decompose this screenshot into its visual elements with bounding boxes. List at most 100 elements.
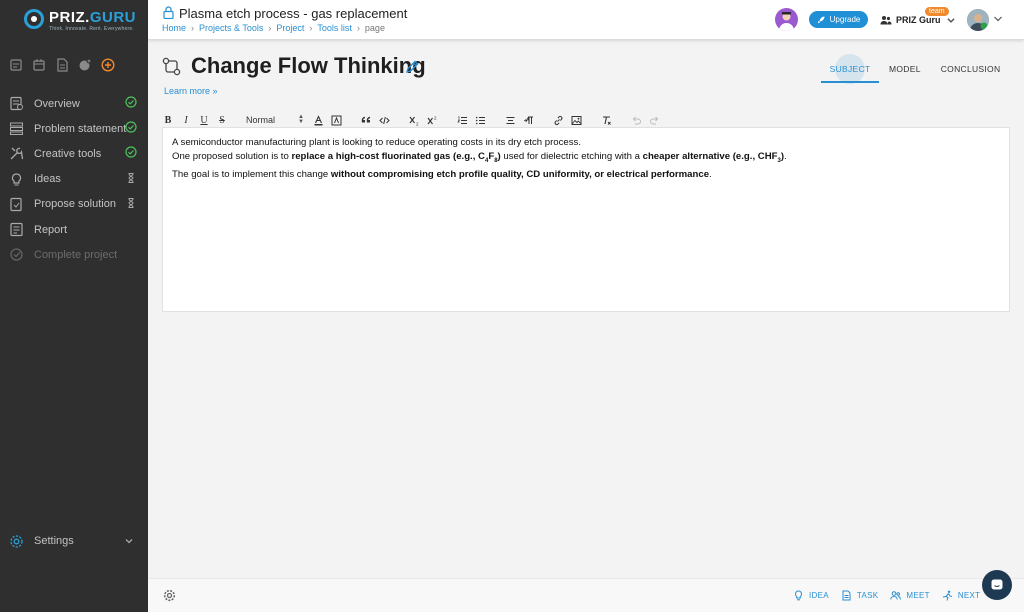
breadcrumb-projects-tools[interactable]: Projects & Tools [199,23,263,33]
team-badge: team [925,7,949,16]
underline-button[interactable]: U [198,112,210,128]
calendar-grid-icon[interactable] [32,58,46,72]
avatar-photo-icon [967,9,989,31]
upgrade-label: Upgrade [829,15,861,24]
tools-icon [10,148,24,160]
breadcrumb-project[interactable]: Project [276,23,304,33]
highlight-button[interactable] [330,112,342,128]
priz-logo[interactable]: PRIZ.GURU Think. Innovate. Rent. Everywh… [24,9,136,33]
editor-text: . [784,151,787,162]
link-button[interactable] [552,112,564,128]
tab-subject[interactable]: SUBJECT [821,54,879,84]
breadcrumb-home[interactable]: Home [162,23,186,33]
bullet-list-button[interactable] [474,112,486,128]
pencil-icon[interactable] [405,60,419,74]
users-icon [880,16,892,25]
list-icon [10,122,23,136]
task-button[interactable]: TASK [841,590,879,601]
editor-line: The goal is to implement this change wit… [172,168,1000,182]
sidebar-item-creative-tools[interactable]: Creative tools [0,141,148,166]
learn-more-link[interactable]: Learn more » [164,86,218,96]
team-name: PRIZ Guru [896,15,941,25]
lock-icon [163,6,174,19]
breadcrumb-separator: › [356,23,360,33]
chat-icon [991,579,1003,590]
propose-icon [10,197,22,211]
assistant-avatar[interactable] [775,8,798,31]
editor-text: One proposed solution is to [172,151,292,162]
editor-bold-text: without compromising etch profile qualit… [330,168,710,180]
idea-button[interactable]: IDEA [793,590,829,601]
clear-format-button[interactable] [600,112,612,128]
quote-icon [361,116,370,122]
tab-label: SUBJECT [829,64,871,74]
chevron-down-icon[interactable] [993,15,1003,23]
logo-mark-icon [24,9,44,29]
hourglass-icon [128,197,134,208]
tab-conclusion[interactable]: CONCLUSION [931,57,1011,83]
sidebar: PRIZ.GURU Think. Innovate. Rent. Everywh… [0,0,148,612]
lightbulb-icon [11,173,22,186]
align-button[interactable] [504,112,516,128]
upgrade-button[interactable]: Upgrade [809,11,868,28]
superscript-button[interactable]: 2 [426,112,438,128]
main-content: Change Flow Thinking Learn more » SUBJEC… [148,40,1024,578]
sidebar-item-label: Overview [34,97,80,110]
tab-model[interactable]: MODEL [879,57,931,83]
add-circle-icon[interactable] [101,58,115,72]
check-circle-icon [125,121,137,133]
sidebar-item-overview[interactable]: Overview [0,91,148,116]
ordered-list-button[interactable] [456,112,468,128]
sidebar-item-label: Problem statement [34,122,127,135]
undo-button[interactable] [630,112,642,128]
globe-add-icon[interactable] [78,58,92,72]
breadcrumb: Home › Projects & Tools › Project › Tools l… [162,23,385,33]
clear-format-icon [602,115,611,125]
italic-button[interactable]: I [180,112,192,128]
document-icon[interactable] [55,58,69,72]
subscript-button[interactable]: 2 [408,112,420,128]
text-size-value: Normal [246,115,276,125]
chat-launcher-button[interactable] [982,570,1012,600]
code-button[interactable] [378,112,390,128]
complete-icon [10,248,23,261]
gear-icon[interactable] [163,589,176,602]
sidebar-item-label: Complete project [34,248,118,261]
check-circle-icon [125,96,137,108]
section-tabs: SUBJECT MODEL CONCLUSION [821,54,1011,84]
redo-button[interactable] [648,112,660,128]
image-button[interactable] [570,112,582,128]
subscript-icon: 2 [409,116,419,126]
code-icon [378,116,390,124]
breadcrumb-tools-list[interactable]: Tools list [317,23,352,33]
user-avatar[interactable] [967,9,989,31]
sidebar-item-label: Ideas [34,173,61,186]
meet-label: MEET [906,591,930,600]
next-button[interactable]: NEXT [942,590,981,601]
meet-button[interactable]: MEET [890,590,930,601]
top-bar: Plasma etch process - gas replacement Ho… [148,0,1024,40]
sidebar-item-label: Creative tools [34,147,102,160]
bold-button[interactable]: B [162,112,174,128]
sidebar-settings[interactable]: Settings [0,530,148,552]
sidebar-item-ideas[interactable]: Ideas [0,167,148,192]
rich-text-editor[interactable]: A semiconductor manufacturing plant is l… [162,127,1010,312]
overview-icon [10,96,23,111]
text-direction-button[interactable] [522,112,534,128]
sidebar-item-problem-statement[interactable]: Problem statement [0,116,148,141]
redo-icon [649,116,658,124]
text-size-select[interactable]: Normal ▲ ▼ [246,112,304,128]
editor-text: . [709,168,712,180]
calendar-icon[interactable] [9,58,23,72]
strike-button[interactable]: S [216,112,228,128]
svg-text:2: 2 [434,115,437,120]
superscript-icon: 2 [427,115,437,124]
blockquote-button[interactable] [360,112,372,128]
text-color-button[interactable] [312,112,324,128]
sidebar-item-propose-solution[interactable]: Propose solution [0,192,148,217]
undo-icon [632,116,641,124]
highlight-icon [331,115,341,125]
sidebar-item-report[interactable]: Report [0,217,148,242]
hourglass-icon [128,172,134,183]
editor-bold-text: cheaper alternative (e.g., CHF [642,151,778,162]
